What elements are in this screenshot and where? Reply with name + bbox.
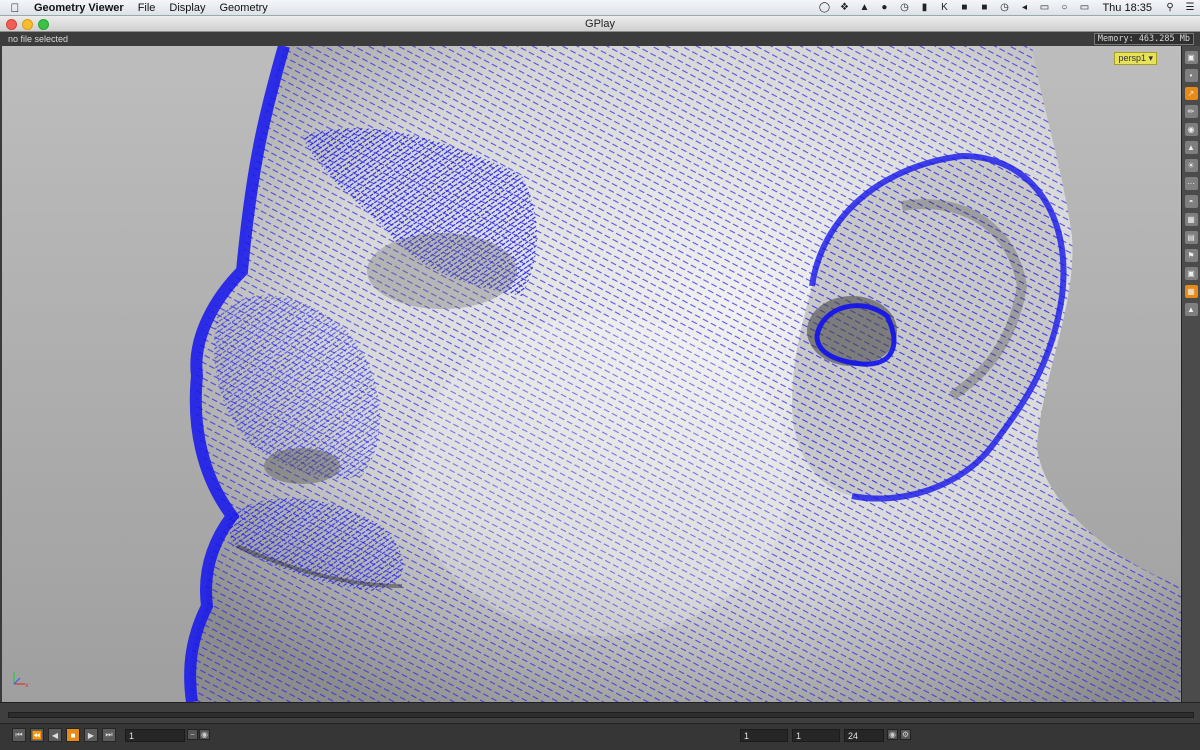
status-strip: no file selected Memory: 463.285 Mb — [0, 32, 1200, 46]
export-icon[interactable]: ▲ — [1184, 303, 1198, 316]
timeline-bar[interactable] — [0, 702, 1200, 724]
axis-gizmo-icon: x — [13, 672, 29, 688]
stop-button[interactable]: ■ — [66, 728, 80, 742]
play-reverse-button[interactable]: ◀ — [48, 728, 62, 742]
frame-minus-icon[interactable]: − — [187, 729, 198, 740]
brush-icon[interactable]: ✏ — [1184, 105, 1198, 118]
airplay-icon[interactable]: ▭ — [1038, 2, 1050, 13]
camera-icon[interactable]: ◉ — [1184, 123, 1198, 136]
range-current-field[interactable]: 1 — [792, 729, 840, 742]
timeline-settings-icon[interactable]: ⚙ — [900, 729, 911, 740]
viewport-toolbar: ▣ • ↗ ✏ ◉ ▲ ☀ ⋯ ◓ ▦ ▤ ⚑ ▣ ▦ ▲ — [1181, 46, 1200, 702]
menu-geometry[interactable]: Geometry — [213, 2, 275, 14]
time-machine-icon[interactable]: ◯ — [818, 2, 830, 13]
menu-clock[interactable]: Thu 18:35 — [1094, 2, 1160, 14]
window-title: GPlay — [585, 18, 615, 30]
spotlight-search-icon[interactable]: ⚲ — [1164, 2, 1176, 13]
view-cube-icon[interactable]: ▣ — [1184, 51, 1198, 64]
k-icon[interactable]: K — [938, 2, 950, 13]
timeline-track[interactable] — [8, 712, 1194, 718]
head-model-render — [184, 46, 1181, 702]
light-icon[interactable]: ☀ — [1184, 159, 1198, 172]
dropbox-icon[interactable]: ❖ — [838, 2, 850, 13]
range-end-field[interactable]: 24 — [844, 729, 884, 742]
range-start-field[interactable]: 1 — [740, 729, 788, 742]
clock-menu-icon[interactable]: ◷ — [998, 2, 1010, 13]
apple-icon[interactable]:  — [0, 1, 30, 15]
shading-icon[interactable]: ▲ — [1184, 141, 1198, 154]
play-button[interactable]: ▶ — [84, 728, 98, 742]
step-back-button[interactable]: ⏪ — [30, 728, 44, 742]
points-icon[interactable]: ⋯ — [1184, 177, 1198, 190]
current-frame-field[interactable]: 1 — [125, 729, 185, 742]
app-menu[interactable]: Geometry Viewer — [30, 2, 131, 14]
wireframe-icon[interactable]: ◓ — [1184, 195, 1198, 208]
window-title-bar: GPlay — [0, 16, 1200, 32]
memory-readout: Memory: 463.285 Mb — [1093, 33, 1194, 45]
menu-display[interactable]: Display — [162, 2, 212, 14]
clock-icon[interactable]: ◷ — [898, 2, 910, 13]
jump-to-start-button[interactable]: ⏮ — [12, 728, 26, 742]
layout-icon[interactable]: ▦ — [1184, 285, 1198, 298]
camera-selector[interactable]: persp1 ▾ — [1114, 52, 1157, 65]
jump-to-end-button[interactable]: ⏭ — [102, 728, 116, 742]
playback-controls: ⏮ ⏪ ◀ ■ ▶ ⏭ 1 − ◉ 1 1 24 ◉ ⚙ — [0, 724, 1200, 750]
battery-icon[interactable]: ▭ — [1078, 2, 1090, 13]
menu-file[interactable]: File — [131, 2, 163, 14]
wifi-icon[interactable]: ○ — [1058, 2, 1070, 13]
bookmark-icon[interactable]: ▮ — [918, 2, 930, 13]
display-options-icon[interactable]: ▤ — [1184, 231, 1198, 244]
shield-icon[interactable]: ■ — [958, 2, 970, 13]
volume-icon[interactable]: ◂ — [1018, 2, 1030, 13]
drive-icon[interactable]: ▲ — [858, 2, 870, 13]
grid-icon[interactable]: ▦ — [1184, 213, 1198, 226]
frame-options-icon[interactable]: ◉ — [199, 729, 210, 740]
notification-center-icon[interactable]: ☰ — [1184, 2, 1196, 13]
3d-viewport[interactable]: persp1 ▾ x — [2, 46, 1181, 702]
file-status: no file selected — [8, 34, 69, 44]
paw-icon[interactable]: ● — [878, 2, 890, 13]
select-tool-icon[interactable]: ↗ — [1184, 87, 1198, 100]
realtime-toggle-icon[interactable]: ◉ — [887, 729, 898, 740]
snapshot-icon[interactable]: ▣ — [1184, 267, 1198, 280]
flag-icon[interactable]: ⚑ — [1184, 249, 1198, 262]
system-menu-bar:  Geometry Viewer File Display Geometry … — [0, 0, 1200, 16]
evernote-icon[interactable]: ■ — [978, 2, 990, 13]
dot-icon[interactable]: • — [1184, 69, 1198, 82]
svg-text:x: x — [25, 682, 29, 688]
